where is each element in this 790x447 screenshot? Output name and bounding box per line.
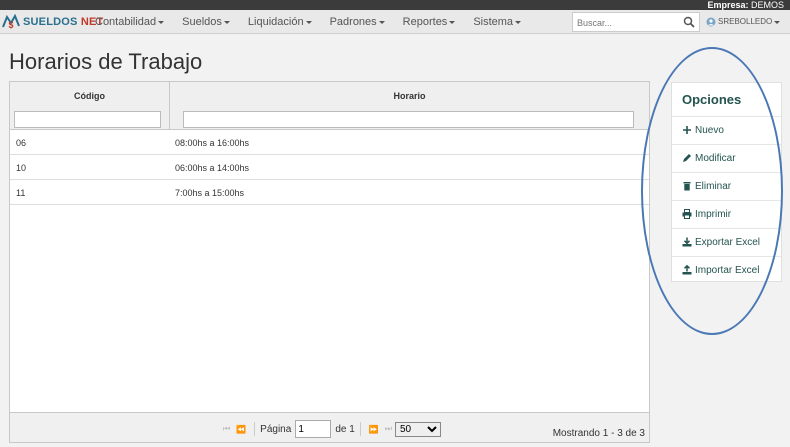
svg-text:$: $ [9,20,14,30]
prev-page-icon[interactable]: ⏪ [236,425,246,434]
menu-padrones[interactable]: Padrones [321,10,394,34]
record-count: Mostrando 1 - 3 de 3 [552,428,645,439]
menu-label: Padrones [329,16,377,28]
codigo-filter-input[interactable] [14,111,161,128]
export-excel-label: Exportar Excel [695,237,761,248]
page-size-select[interactable]: 50 [394,421,441,437]
search-input[interactable] [573,14,681,32]
caret-down-icon [223,20,230,24]
horario-filter-input[interactable] [183,111,634,128]
page-number-input[interactable] [295,420,332,438]
table-row[interactable]: 11 7:00hs a 15:00hs [10,180,649,205]
plus-icon [683,126,691,134]
caret-down-icon [774,20,781,24]
table-row[interactable]: 10 06:00hs a 14:00hs [10,155,649,180]
grid-header: Código Horario [10,82,649,130]
modify-button[interactable]: Modificar [672,144,781,172]
cell-codigo: 10 [16,163,27,173]
cell-horario: 7:00hs a 15:00hs [175,188,245,198]
menu-label: Sistema [473,16,514,28]
caret-down-icon [515,20,522,24]
next-page-icon[interactable]: ⏩ [369,425,379,434]
user-menu[interactable]: SREBOLLEDO [706,10,781,34]
new-label: Nuevo [695,125,724,136]
delete-button[interactable]: Eliminar [672,172,781,200]
caret-down-icon [449,20,456,24]
options-title: Opciones [682,92,742,107]
print-button[interactable]: Imprimir [672,200,781,228]
cell-horario: 08:00hs a 16:00hs [175,138,250,148]
column-label-codigo: Código [74,91,105,101]
delete-label: Eliminar [695,181,732,192]
menu-contabilidad[interactable]: Contabilidad [86,10,173,34]
last-page-icon[interactable]: ⏭ [385,424,392,434]
options-panel: Opciones Nuevo Modificar Eliminar Imprim… [671,82,782,282]
menu-label: Sueldos [182,16,222,28]
new-button[interactable]: Nuevo [672,116,781,144]
company-label: Empresa: [707,0,749,10]
company-bar: Empresa: DEMOS [0,0,790,10]
cell-codigo: 06 [16,138,27,148]
brand-logo-icon: $ [2,14,20,30]
pager-divider [254,422,256,436]
table-row[interactable]: 06 08:00hs a 16:00hs [10,130,649,155]
caret-down-icon [158,20,165,24]
column-header-codigo: Código [10,82,170,130]
caret-down-icon [305,20,312,24]
download-icon [682,237,692,247]
menu-reportes[interactable]: Reportes [394,10,465,34]
caret-down-icon [378,20,385,24]
pencil-icon [683,154,691,162]
page-total: de 1 [335,423,355,435]
menu-label: Contabilidad [95,16,157,28]
main-menu: Contabilidad Sueldos Liquidación Padrone… [86,10,530,34]
first-page-icon[interactable]: ⏮ [223,424,230,434]
column-label-horario: Horario [393,91,426,101]
page-label: Página [260,423,292,435]
import-excel-label: Importar Excel [695,265,760,276]
menu-label: Reportes [402,16,448,28]
brand-name-part1: SUELDOS [23,16,78,28]
pager-divider [359,422,361,436]
cell-horario: 06:00hs a 14:00hs [175,163,250,173]
menu-sistema[interactable]: Sistema [464,10,530,34]
cell-codigo: 11 [16,188,26,198]
user-icon [706,17,716,27]
user-name: SREBOLLEDO [718,17,773,26]
grid-pager: ⏮ ⏪ Página de 1 ⏩ ⏭ 50 Mostrando 1 - 3 d… [10,412,649,442]
trash-icon [683,182,691,191]
schedules-grid: Código Horario 06 08:00hs a 16:00hs 10 0… [9,81,650,443]
export-excel-button[interactable]: Exportar Excel [672,228,781,256]
column-header-horario: Horario [170,82,649,130]
import-excel-button[interactable]: Importar Excel [672,256,781,284]
menu-sueldos[interactable]: Sueldos [173,10,239,34]
printer-icon [682,209,692,219]
upload-icon [682,265,692,275]
pager-controls: ⏮ ⏪ Página de 1 ⏩ ⏭ 50 [220,420,441,438]
search-box [572,12,700,32]
search-icon[interactable] [683,16,695,28]
modify-label: Modificar [695,153,736,164]
company-name: DEMOS [750,0,784,10]
page-title: Horarios de Trabajo [9,49,203,74]
menu-label: Liquidación [247,16,304,28]
print-label: Imprimir [695,209,732,220]
menu-liquidacion[interactable]: Liquidación [239,10,321,34]
navbar: $ SUELDOS NET Contabilidad Sueldos Liqui… [0,10,790,34]
